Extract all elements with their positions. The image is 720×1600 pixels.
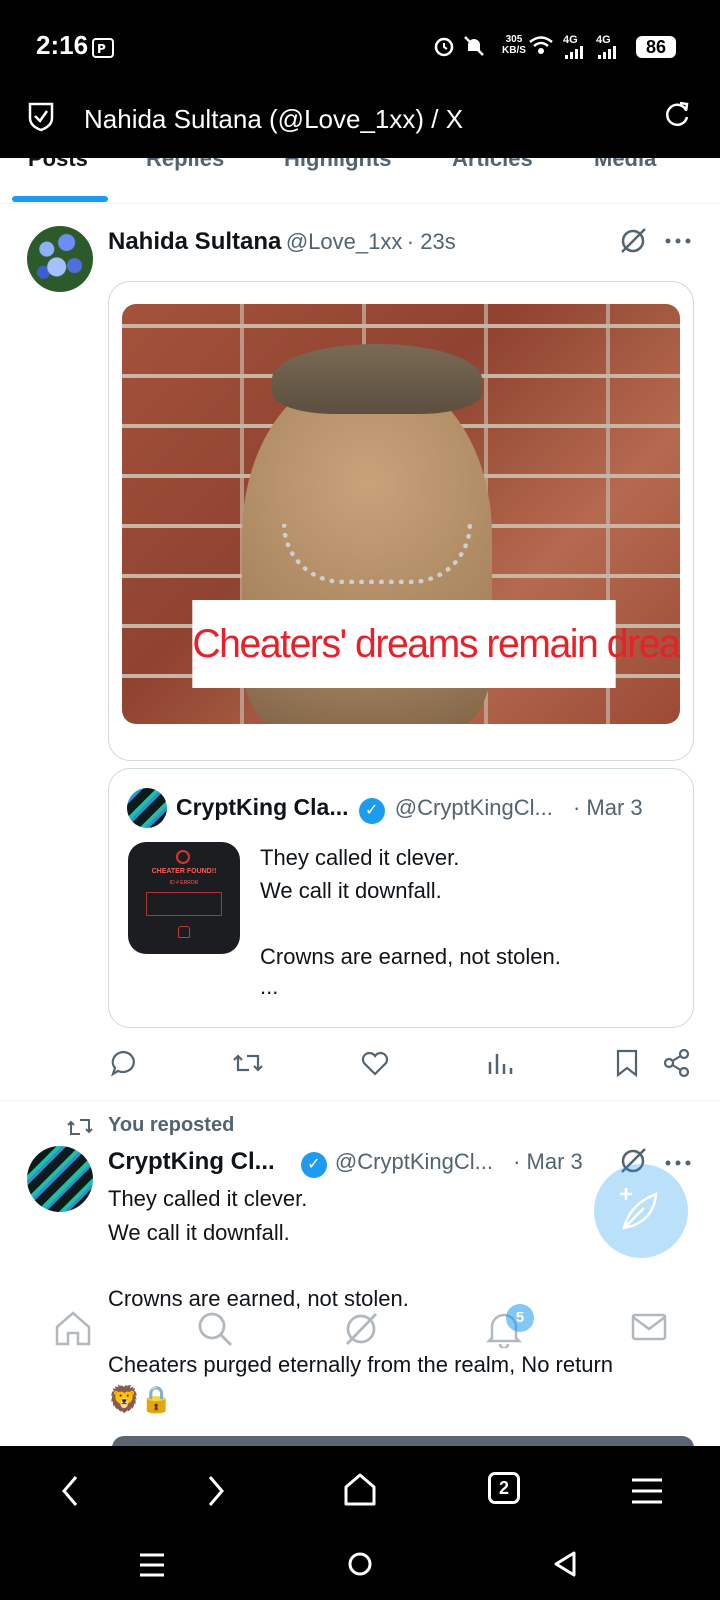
system-back-icon[interactable] — [552, 1550, 578, 1578]
verified-badge-icon: ✓ — [300, 1152, 327, 1178]
tab-replies[interactable]: Replies — [146, 158, 224, 172]
grok-nav-icon[interactable] — [342, 1310, 380, 1348]
status-bar: 2:16 P 305 KB/S 4G 4G 86 — [0, 0, 720, 92]
reply-icon[interactable] — [108, 1048, 138, 1078]
more-options-icon[interactable] — [664, 236, 692, 246]
share-icon[interactable] — [662, 1048, 692, 1078]
author-handle[interactable]: @Love_1xx — [286, 229, 403, 254]
views-icon[interactable] — [486, 1048, 514, 1078]
speed-value: 305 — [505, 34, 523, 45]
avatar[interactable] — [27, 1146, 93, 1212]
neck-chain — [282, 524, 472, 584]
quote-line-3: Crowns are earned, not stolen. — [260, 944, 561, 969]
signal-icon-2 — [598, 46, 616, 59]
battery-level: 86 — [636, 36, 676, 58]
like-icon[interactable] — [360, 1048, 390, 1078]
forward-arrow-icon[interactable] — [204, 1474, 228, 1508]
active-tab-indicator — [12, 196, 108, 202]
bookmark-icon[interactable] — [614, 1048, 640, 1078]
search-icon[interactable] — [196, 1310, 234, 1348]
wifi-icon — [529, 36, 553, 54]
network-speed: 305 KB/S — [502, 34, 526, 56]
image-caption: Cheaters' dreams remain dreams. — [192, 600, 680, 688]
recents-icon[interactable] — [138, 1552, 166, 1578]
quote-line-2: We call it downfall. — [260, 878, 442, 903]
meme-image[interactable]: Cheaters' dreams remain dreams. — [122, 304, 680, 724]
post-line-1: They called it clever. — [108, 1186, 308, 1211]
post-line-4: Cheaters purged eternally from the realm… — [108, 1352, 614, 1377]
profile-tabs: Posts Replies Highlights Articles Media — [0, 158, 720, 204]
flat-cap — [272, 344, 482, 414]
quote-author-handle: @CryptKingCl... — [394, 795, 553, 820]
shield-check-icon[interactable] — [26, 100, 56, 132]
page-title: Nahida Sultana (@Love_1xx) / X — [84, 104, 464, 134]
quote-line-1: They called it clever. — [260, 845, 460, 870]
thumb-subtitle: ID # ERROR — [169, 880, 199, 886]
quote-date: · Mar 3 — [572, 795, 643, 820]
post-header: Nahida Sultana @Love_1xx · 23s — [108, 228, 456, 256]
network-type-1: 4G — [563, 34, 578, 46]
tab-media[interactable]: Media — [594, 158, 656, 172]
quote-header: CryptKing Cla... ✓ @CryptKingCl... · Mar… — [176, 794, 643, 824]
system-navigation-bar — [0, 1534, 720, 1600]
reload-icon[interactable] — [662, 100, 692, 130]
grok-icon[interactable] — [618, 226, 648, 256]
browser-toolbar: 2 — [0, 1446, 720, 1534]
repost-icon[interactable] — [232, 1048, 264, 1078]
avatar[interactable] — [27, 226, 93, 292]
tabs-count-button[interactable]: 2 — [488, 1472, 520, 1504]
alarm-icon — [434, 37, 454, 57]
compose-feather-icon[interactable] — [594, 1164, 688, 1258]
svg-text:P: P — [97, 42, 106, 56]
network-type-2: 4G — [596, 34, 611, 46]
post-date[interactable]: · Mar 3 — [513, 1149, 583, 1174]
system-home-icon[interactable] — [346, 1550, 374, 1578]
tab-posts[interactable]: Posts — [28, 158, 88, 172]
post-header: CryptKing Cl... ✓ @CryptKingCl... · Mar … — [108, 1148, 583, 1178]
browser-header: Nahida Sultana (@Love_1xx) / X — [0, 92, 720, 158]
post-line-3: Crowns are earned, not stolen. — [108, 1286, 409, 1311]
signal-icon-1 — [565, 46, 583, 59]
quote-author-name: CryptKing Cla... — [176, 794, 349, 820]
quote-more: ... — [260, 974, 279, 999]
post-time[interactable]: · 23s — [407, 229, 456, 254]
mute-bell-icon — [464, 36, 484, 56]
post-divider — [0, 1100, 720, 1101]
quote-avatar — [127, 788, 167, 828]
home-icon[interactable] — [342, 1472, 378, 1508]
tab-articles[interactable]: Articles — [452, 158, 533, 172]
thumb-title: CHEATER FOUND!! — [151, 868, 217, 875]
skull-icon — [176, 850, 190, 864]
speed-unit: KB/S — [502, 45, 526, 56]
screen-record-icon: P — [92, 38, 114, 58]
author-name[interactable]: Nahida Sultana — [108, 228, 281, 255]
messages-mail-icon[interactable] — [630, 1310, 668, 1344]
quote-thumbnail: CHEATER FOUND!! ID # ERROR — [128, 842, 240, 954]
tab-highlights[interactable]: Highlights — [284, 158, 392, 172]
thumb-box — [146, 892, 222, 916]
repost-label[interactable]: You reposted — [108, 1114, 234, 1137]
status-time: 2:16 — [36, 30, 89, 60]
post-line-2: We call it downfall. — [108, 1220, 290, 1245]
post-emojis: 🦁🔒 — [108, 1384, 173, 1414]
verified-badge-icon: ✓ — [358, 798, 385, 824]
menu-icon[interactable] — [630, 1476, 664, 1506]
repost-indicator-icon — [67, 1119, 93, 1135]
author-name[interactable]: CryptKing Cl... — [108, 1148, 275, 1175]
home-icon[interactable] — [54, 1310, 92, 1346]
lock-icon — [178, 926, 190, 938]
notifications-badge: 5 — [506, 1304, 534, 1332]
back-arrow-icon[interactable] — [58, 1474, 82, 1508]
author-handle[interactable]: @CryptKingCl... — [335, 1149, 493, 1174]
